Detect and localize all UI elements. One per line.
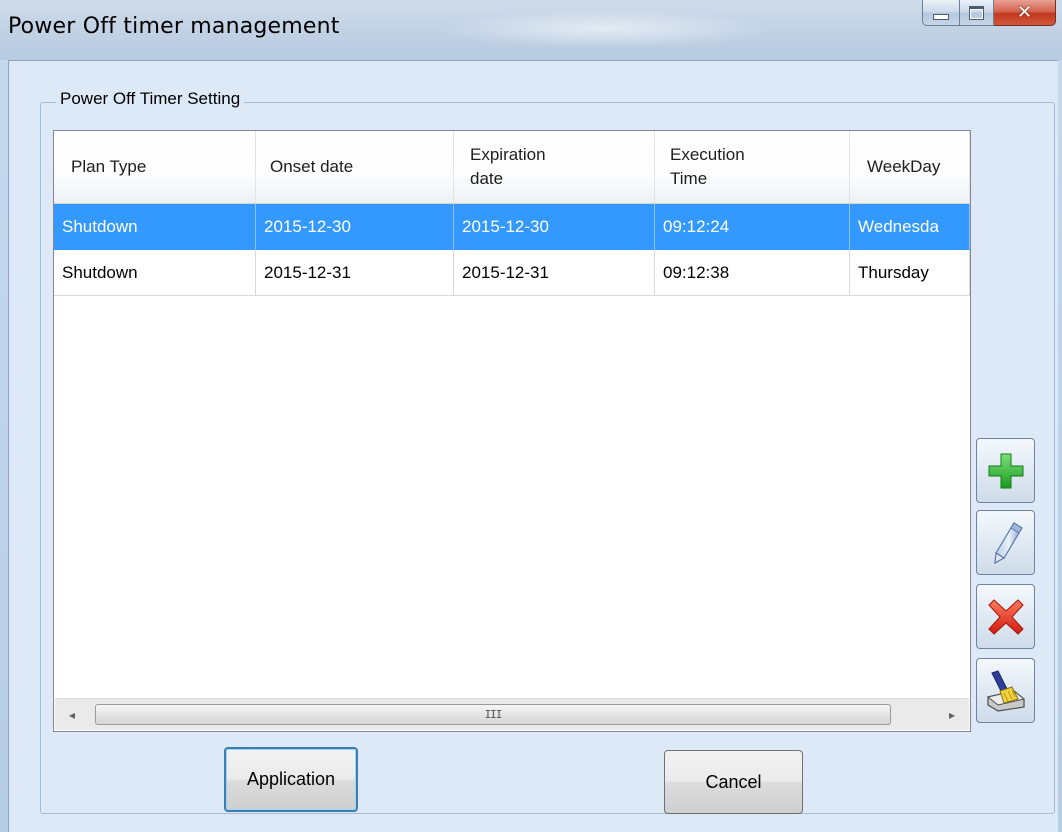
- cell-onset-date: 2015-12-31: [256, 250, 454, 296]
- cell-onset-date: 2015-12-30: [256, 204, 454, 250]
- brush-clear-icon: [986, 669, 1025, 712]
- cell-expiration-date: 2015-12-30: [454, 204, 655, 250]
- pencil-icon: [993, 521, 1023, 564]
- cell-expiration-date: 2015-12-31: [454, 250, 655, 296]
- power-off-timer-window: Power Off timer management ✕ Power Off T…: [0, 0, 1062, 832]
- cell-weekday: Thursday: [850, 250, 970, 296]
- red-x-icon: [987, 598, 1024, 635]
- title-bar[interactable]: Power Off timer management ✕: [0, 0, 1062, 60]
- horizontal-scrollbar[interactable]: ◂ III ▸: [55, 698, 969, 730]
- add-button[interactable]: [976, 438, 1035, 503]
- column-header-label: Execution Time: [670, 145, 745, 188]
- cancel-button[interactable]: Cancel: [664, 750, 803, 814]
- close-icon: ✕: [1016, 1, 1033, 23]
- column-header-weekday[interactable]: WeekDay: [850, 131, 970, 203]
- scroll-left-button[interactable]: ◂: [55, 699, 89, 730]
- cell-weekday: Wednesda: [850, 204, 970, 250]
- scroll-right-icon: ▸: [948, 707, 956, 722]
- column-header-execution-time[interactable]: Execution Time: [655, 131, 850, 203]
- table-header: Plan Type Onset date Expiration date Exe…: [54, 131, 970, 204]
- maximize-icon: [969, 5, 984, 20]
- close-button[interactable]: ✕: [994, 0, 1056, 26]
- scroll-thumb[interactable]: III: [95, 704, 891, 725]
- window-title: Power Off timer management: [8, 14, 340, 39]
- table-row[interactable]: Shutdown 2015-12-31 2015-12-31 09:12:38 …: [54, 250, 970, 296]
- scroll-left-icon: ◂: [68, 707, 76, 722]
- edit-button[interactable]: [976, 510, 1035, 575]
- column-header-expiration-date[interactable]: Expiration date: [454, 131, 655, 203]
- delete-button[interactable]: [976, 584, 1035, 649]
- caption-buttons: ✕: [922, 0, 1056, 30]
- column-header-onset-date[interactable]: Onset date: [256, 131, 454, 203]
- table-row[interactable]: Shutdown 2015-12-30 2015-12-30 09:12:24 …: [54, 204, 970, 250]
- application-button[interactable]: Application: [224, 747, 358, 812]
- scroll-right-button[interactable]: ▸: [935, 699, 969, 730]
- minimize-icon: [933, 13, 949, 20]
- groupbox-title: Power Off Timer Setting: [56, 89, 245, 109]
- cell-plan-type: Shutdown: [54, 204, 256, 250]
- clear-button[interactable]: [976, 658, 1035, 723]
- column-header-label: Onset date: [270, 157, 354, 176]
- minimize-button[interactable]: [922, 0, 960, 26]
- cell-execution-time: 09:12:24: [655, 204, 850, 250]
- scroll-grip-icon: III: [484, 708, 503, 721]
- title-bar-sheen: [440, 10, 770, 48]
- column-header-plan-type[interactable]: Plan Type: [54, 131, 256, 203]
- cell-plan-type: Shutdown: [54, 250, 256, 296]
- timer-list[interactable]: Plan Type Onset date Expiration date Exe…: [53, 130, 971, 732]
- column-header-label: Expiration date: [470, 145, 546, 188]
- plus-icon: [988, 453, 1023, 488]
- cell-execution-time: 09:12:38: [655, 250, 850, 296]
- column-header-label: Plan Type: [71, 157, 147, 176]
- maximize-button[interactable]: [960, 0, 994, 26]
- column-header-label: WeekDay: [867, 157, 941, 176]
